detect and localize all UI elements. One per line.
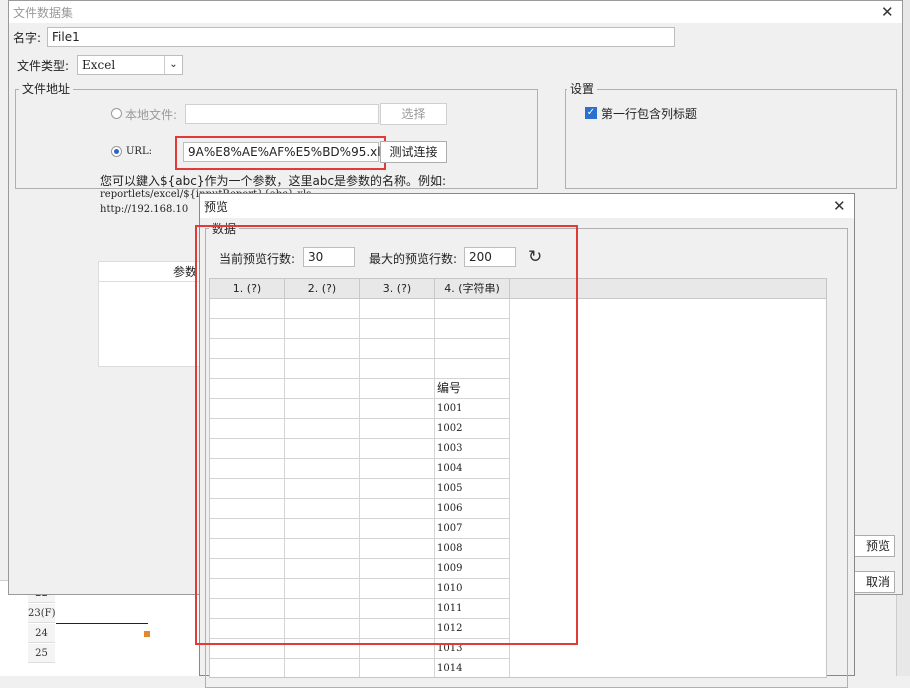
url-highlight-box [175, 136, 386, 170]
table-cell[interactable]: 1014 [435, 659, 510, 677]
file-type-label: 文件类型: [17, 59, 70, 73]
chevron-down-icon: ⌄ [164, 56, 182, 74]
table-cell[interactable] [285, 659, 360, 677]
url-radio[interactable] [111, 146, 122, 157]
row-number: 23(F) [28, 604, 55, 623]
settings-group [565, 89, 897, 189]
settings-legend: 设置 [567, 80, 598, 97]
preview-button[interactable]: 预览 [849, 535, 895, 557]
table-row[interactable]: 1014 [210, 659, 510, 677]
param-hint-url: http://192.168.10 [100, 204, 189, 215]
close-icon[interactable]: ✕ [881, 2, 894, 22]
cancel-button[interactable]: 取消 [849, 571, 895, 593]
table-cell[interactable] [360, 659, 435, 677]
param-hint-text: 您可以鍵入${abc}作为一个参数，这里abc是参数的名称。例如: [100, 174, 447, 188]
preview-title: 预览 [204, 200, 229, 214]
dialog-titlebar: 文件数据集 ✕ [9, 1, 902, 23]
params-table[interactable]: 参数 [98, 261, 202, 367]
name-input[interactable]: File1 [47, 27, 675, 47]
preview-titlebar: 预览 ✕ [200, 194, 854, 218]
local-file-input[interactable] [185, 104, 379, 124]
preview-dialog: 预览 ✕ 数据 当前预览行数: 30 最大的预览行数: 200 ↻ 1. (?)… [195, 193, 855, 688]
fill-handle[interactable] [144, 631, 150, 637]
params-header: 参数 [99, 262, 201, 282]
choose-button[interactable]: 选择 [380, 103, 447, 125]
file-type-select[interactable]: Excel ⌄ [77, 55, 183, 75]
cell-border-line [56, 623, 148, 624]
test-connection-button[interactable]: 测试连接 [380, 141, 447, 163]
file-address-legend: 文件地址 [19, 80, 74, 97]
row-number: 24 [28, 624, 55, 643]
first-row-header-checkbox[interactable]: ✓ [585, 107, 597, 119]
local-file-label: 本地文件: [125, 108, 178, 122]
row-number: 25 [28, 644, 55, 663]
table-cell[interactable] [210, 659, 285, 677]
dialog-title: 文件数据集 [13, 6, 74, 20]
local-file-radio[interactable] [111, 108, 122, 119]
url-label: URL: [126, 146, 152, 157]
preview-highlight-box [195, 225, 578, 645]
file-type-value: Excel [82, 58, 116, 72]
first-row-header-label: 第一行包含列标题 [601, 107, 698, 121]
close-icon[interactable]: ✕ [833, 196, 846, 216]
name-label: 名字: [13, 31, 42, 45]
